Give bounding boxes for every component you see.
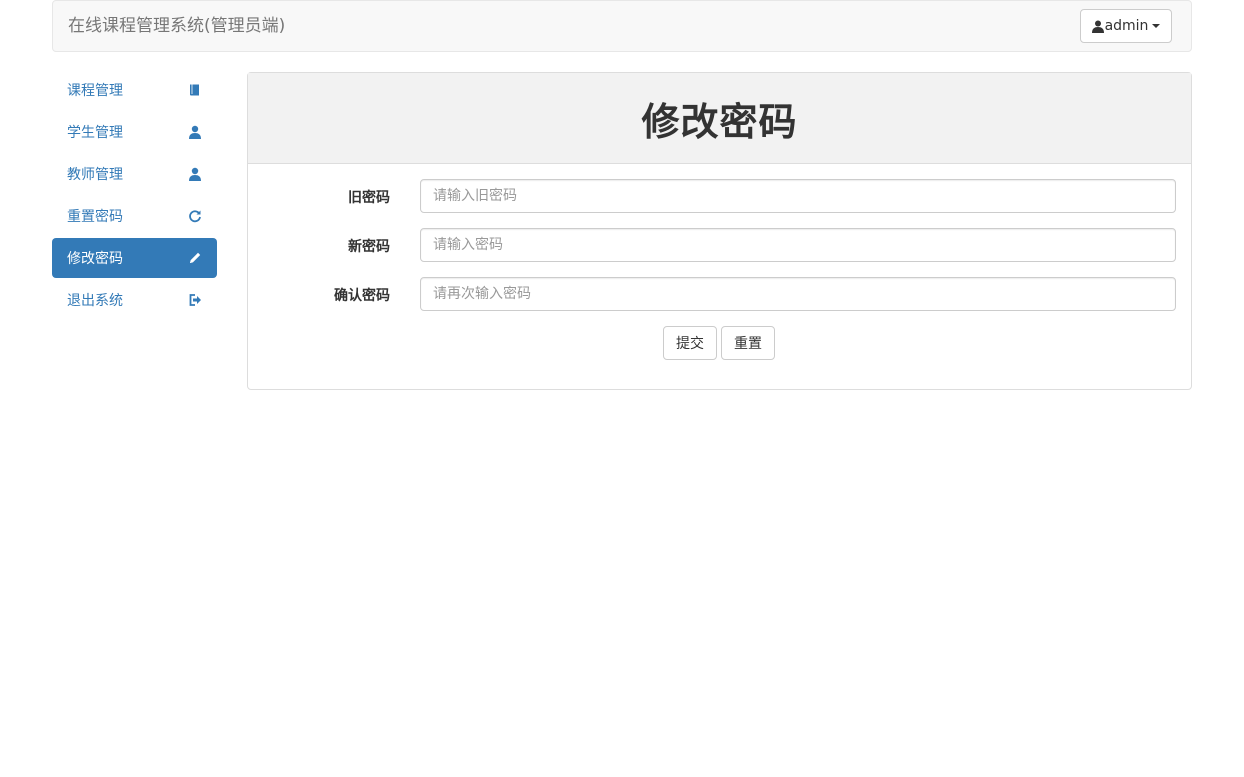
caret-down-icon (1152, 24, 1161, 28)
sidebar-item-student-management[interactable]: 学生管理 (52, 112, 217, 152)
new-password-input[interactable] (420, 228, 1176, 262)
old-password-row: 旧密码 (248, 179, 1191, 213)
sidebar-item-label: 退出系统 (67, 293, 123, 309)
user-icon (187, 166, 203, 182)
old-password-label: 旧密码 (348, 190, 390, 206)
new-password-label: 新密码 (348, 239, 390, 255)
user-name: admin (1104, 18, 1149, 34)
confirm-password-row: 确认密码 (248, 277, 1191, 311)
panel-heading: 修改密码 (248, 73, 1191, 164)
submit-button[interactable]: 提交 (663, 326, 717, 360)
sidebar-item-label: 课程管理 (67, 83, 123, 99)
sidebar-item-label: 修改密码 (67, 251, 123, 267)
pencil-icon (187, 250, 203, 266)
sidebar-item-change-password[interactable]: 修改密码 (52, 238, 217, 278)
confirm-password-input[interactable] (420, 277, 1176, 311)
reset-button[interactable]: 重置 (721, 326, 775, 360)
new-password-row: 新密码 (248, 228, 1191, 262)
logout-icon (187, 292, 203, 308)
sidebar-item-logout[interactable]: 退出系统 (52, 280, 217, 320)
sidebar-item-course-management[interactable]: 课程管理 (52, 70, 217, 110)
sidebar-item-reset-password[interactable]: 重置密码 (52, 196, 217, 236)
sidebar-item-label: 重置密码 (67, 209, 123, 225)
user-icon (1091, 20, 1104, 33)
confirm-password-label: 确认密码 (334, 288, 390, 304)
user-icon (187, 124, 203, 140)
sidebar: 课程管理 学生管理 教师管理 重置密码 修改密码 退出系统 (52, 70, 217, 322)
book-icon (187, 82, 203, 98)
sidebar-item-label: 学生管理 (67, 125, 123, 141)
refresh-icon (187, 208, 203, 224)
change-password-panel: 修改密码 旧密码 新密码 确认密码 提交 重置 (247, 72, 1192, 390)
app-title: 在线课程管理系统(管理员端) (68, 16, 286, 36)
top-navbar: 在线课程管理系统(管理员端) admin (52, 0, 1192, 52)
sidebar-item-label: 教师管理 (67, 167, 123, 183)
sidebar-item-teacher-management[interactable]: 教师管理 (52, 154, 217, 194)
old-password-input[interactable] (420, 179, 1176, 213)
page-title: 修改密码 (641, 99, 798, 144)
user-menu-button[interactable]: admin (1080, 9, 1172, 43)
